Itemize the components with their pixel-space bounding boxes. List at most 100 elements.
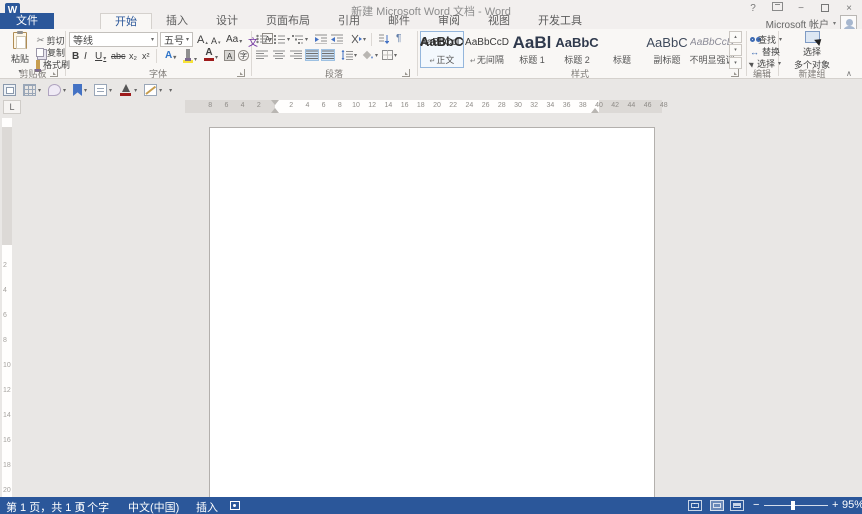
gallery-down-button[interactable]: ▾ [729,44,742,56]
zoom-slider-thumb[interactable] [791,501,795,510]
change-case-button[interactable]: Aa▾ [226,34,242,45]
subscript-button[interactable]: x₂ [129,51,137,61]
tab-开始[interactable]: 开始 [100,13,152,30]
switch-windows-button[interactable] [3,84,16,96]
tab-开发工具[interactable]: 开发工具 [524,13,596,30]
read-mode-button[interactable] [688,500,702,511]
help-button[interactable]: ? [745,2,761,15]
insert-table-button[interactable]: ▾ [23,84,41,96]
grow-font-button[interactable]: A▴ [197,34,208,46]
collapse-ribbon-button[interactable]: ∧ [846,69,852,78]
sort-button[interactable] [378,34,389,44]
styles-gallery: AaBbCcD↵正文AaBbCcD↵无间隔AaBl标题 1AaBbC标题 2Aa… [420,31,734,68]
gallery-more-button[interactable]: ▾ [729,57,742,69]
zoom-slider[interactable] [764,505,828,506]
style-item-标题[interactable]: AaBbC标题 [600,31,644,68]
ruler-mark-30: 30 [514,102,522,109]
print-layout-button[interactable] [710,500,724,511]
ruler-mark-left-8: 8 [208,102,212,109]
replace-icon: ↔ [750,47,759,57]
zoom-level[interactable]: 95% [842,499,862,511]
down-caret-icon: ▾ [218,40,221,46]
language-indicator[interactable]: 中文(中国) [128,499,179,514]
restore-button[interactable] [817,2,833,15]
asian-layout-button[interactable]: ▾ [350,34,366,44]
scissors-icon: ✂ [36,35,44,46]
ruler-mark-4: 4 [305,102,309,109]
font-color-button[interactable]: ▾ [119,84,137,96]
tab-stop-selector[interactable]: L [3,100,21,114]
font-dialog-launcher[interactable] [237,69,245,77]
document-page[interactable] [209,127,655,497]
tab-file[interactable]: 文件 [0,13,54,30]
align-right-button[interactable] [290,50,302,60]
increase-indent-button[interactable] [331,34,343,44]
font-size-combo[interactable]: 五号 ▾ [160,32,193,47]
minimize-button[interactable]: − [793,2,809,15]
word-count[interactable]: 0 个字 [78,499,109,514]
bookmark-button[interactable]: ▾ [73,84,87,96]
draw-table-button[interactable]: ▾ [144,84,162,96]
gallery-up-button[interactable]: ▴ [729,31,742,43]
distribute-button[interactable] [322,50,334,60]
paragraph-dialog-launcher[interactable] [402,69,410,77]
ribbon-display-options-button[interactable] [769,2,785,15]
font-name-combo[interactable]: 等线 ▾ [69,32,158,47]
macro-record-icon[interactable] [230,501,240,510]
font-color-button[interactable]: A ▾ [204,49,218,61]
justify-button[interactable] [306,50,318,60]
ruler-mark-40: 40 [595,102,603,109]
tab-引用[interactable]: 引用 [324,13,374,30]
shading-button[interactable]: ▾ [362,50,378,60]
zoom-out-button[interactable]: − [753,499,759,511]
strikethrough-button[interactable]: abc [111,51,126,61]
vertical-ruler-mark-16: 16 [3,437,11,444]
decrease-indent-button[interactable] [315,34,327,44]
enclose-characters-button[interactable]: 字 [238,50,249,61]
superscript-button[interactable]: x² [142,51,150,61]
chevron-down-icon: ▾ [169,87,172,94]
find-icon [750,37,755,42]
tab-视图[interactable]: 视图 [474,13,524,30]
shapes-button[interactable]: ▾ [48,84,66,96]
highlight-button[interactable]: ▾ [183,49,197,63]
tab-页面布局[interactable]: 页面布局 [252,13,324,30]
page-indicator[interactable]: 第 1 页，共 1 页 [6,499,85,514]
change-case-glyph: Aa [226,34,238,45]
close-button[interactable]: × [841,2,857,15]
ruler-mark-14: 14 [384,102,392,109]
web-layout-button[interactable] [730,500,744,511]
tab-插入[interactable]: 插入 [152,13,202,30]
align-left-button[interactable] [256,50,268,60]
bullets-button[interactable]: ▾ [256,34,272,44]
insert-mode-indicator[interactable]: 插入 [196,499,218,514]
bold-button[interactable]: B [72,51,79,62]
customize-button[interactable]: ▾ [169,87,172,94]
first-line-indent-marker[interactable] [271,100,279,105]
borders-button[interactable]: ▾ [382,50,397,60]
character-shading-button[interactable]: A [224,50,235,61]
decrease-indent-icon [315,34,327,44]
hanging-indent-marker[interactable] [271,108,279,113]
tab-邮件[interactable]: 邮件 [374,13,424,30]
italic-button[interactable]: I [84,51,87,62]
clipboard-dialog-launcher[interactable] [50,69,58,77]
underline-button[interactable]: U▾ [95,51,106,62]
group-separator [746,31,747,76]
multilevel-list-button[interactable]: ▾ [292,34,308,44]
show-marks-button[interactable]: ¶ [396,33,401,44]
vertical-ruler[interactable]: 2468101214161820 [2,118,12,497]
text-effects-button[interactable]: A▾ [165,50,176,61]
mini-separator [156,49,157,63]
zoom-in-button[interactable]: + [832,499,838,511]
line-spacing-button[interactable]: ▾ [341,50,357,60]
page-button[interactable]: ▾ [94,84,112,96]
numbering-button[interactable]: ▾ [274,34,290,44]
tab-设计[interactable]: 设计 [202,13,252,30]
horizontal-ruler[interactable]: 8642246810121416182022242628303234363840… [185,100,662,113]
styles-dialog-launcher[interactable] [731,69,739,77]
character-shading-icon: A [224,50,235,61]
shrink-font-button[interactable]: A▾ [211,36,221,46]
align-center-button[interactable] [273,50,285,60]
tab-审阅[interactable]: 审阅 [424,13,474,30]
